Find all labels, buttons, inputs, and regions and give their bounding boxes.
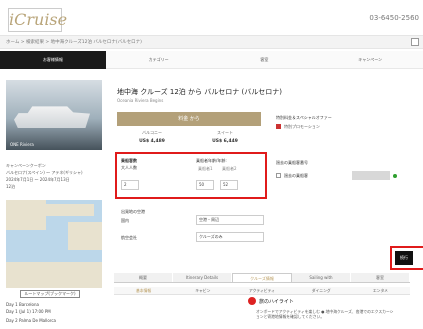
coupon-info: キャンペーンクーポン: [6, 163, 46, 168]
depart-airport-select[interactable]: 空港・周辺: [196, 215, 264, 225]
adults-select[interactable]: 2: [121, 180, 139, 190]
age-input-2[interactable]: 52: [220, 180, 238, 190]
offer-label: 特別プロモーション: [284, 124, 320, 129]
price-header: 料金 から: [117, 112, 261, 126]
price-col-label: スイート: [217, 130, 233, 135]
guests-label: 乗船客数: [121, 158, 137, 163]
valid-indicator-icon: [393, 174, 397, 178]
past-guest-check-label: 過去の乗船客: [284, 173, 308, 178]
past-guest-label: 過去の乗船客番号: [276, 160, 308, 165]
ages-label: 乗船者年齢/年齢:: [196, 158, 227, 163]
offer-heading: 特別料金＆スペシャルオファー: [276, 115, 332, 120]
depart-country: 国内: [121, 218, 129, 223]
subtab-entertainment[interactable]: エンタメ: [351, 287, 410, 294]
cruise-title: 地中海 クルーズ 12泊 から バルセロナ (バルセロナ): [117, 88, 282, 96]
airline-label: 航空会社: [121, 235, 137, 240]
subtab-cabin[interactable]: キャビン: [173, 287, 232, 294]
price-col-label: バルコニー: [142, 130, 162, 135]
map-land: [34, 204, 94, 216]
subtab-dining[interactable]: ダイニング: [292, 287, 351, 294]
map-land: [6, 262, 102, 288]
subtab-activity[interactable]: アクティビティ: [232, 287, 291, 294]
tab-cabins[interactable]: 客室: [351, 273, 410, 282]
print-icon[interactable]: [411, 38, 419, 46]
tab-itinerary[interactable]: Itinerary Details: [173, 273, 232, 282]
price-value: US$ 6,449: [212, 139, 238, 144]
highlight-text: オンボードでアクティビティを楽しむ ● 地中海クルーズ、各港でのエクスカーション…: [256, 309, 394, 319]
continue-button[interactable]: 続行: [395, 251, 413, 265]
phone-number: 03-6450-2560: [369, 14, 419, 22]
step-guest-info[interactable]: お客様情報: [0, 51, 106, 69]
breadcrumb[interactable]: ホーム > 検索結果 > 地中海クルーズ12泊 バルセロナ(バルセロナ): [6, 39, 142, 45]
date-info: 2024年7月1日 ～ 2024年7月13日: [6, 177, 70, 182]
age-input-1[interactable]: 50: [196, 180, 214, 190]
price-value: US$ 4,489: [139, 139, 165, 144]
route-info: バルセロナ(スペイン) ～ アテネ(ギリシャ): [6, 170, 83, 175]
route-map[interactable]: [6, 200, 102, 288]
past-guest-checkbox[interactable]: [276, 173, 281, 178]
guest-highlight-box: [115, 152, 267, 199]
tab-cruise-info[interactable]: クルーズ情報: [232, 273, 292, 282]
depart-airport-label: 出発地の空港: [121, 209, 145, 214]
past-guest-number-input[interactable]: [352, 171, 390, 180]
day-item: Day 1 (Jul 1) 17:00 PM: [6, 309, 51, 314]
age-sub-label: 乗船者1: [198, 166, 213, 171]
detail-tabs: 概要 Itinerary Details クルーズ情報 Sailing with…: [114, 273, 410, 283]
brand-logo[interactable]: iCruise: [8, 8, 67, 32]
age-sub-label: 乗船者2: [222, 166, 237, 171]
highlight-title: 旅のハイライト: [259, 299, 294, 305]
tab-sailing-with[interactable]: Sailing with: [292, 273, 351, 282]
airline-select[interactable]: クルーズのみ: [196, 232, 264, 242]
adults-label: 大人人数: [121, 165, 137, 170]
tab-overview[interactable]: 概要: [114, 273, 173, 282]
map-land: [68, 222, 102, 250]
cruise-subtitle: Oceania Riviera Begins: [117, 98, 164, 103]
subtab-basic[interactable]: 基本情報: [114, 287, 173, 294]
step-category[interactable]: カテゴリー: [106, 51, 212, 69]
offer-checkbox[interactable]: [276, 124, 281, 129]
highlight-icon: [248, 297, 256, 305]
ship-name: ONE Riviera: [10, 142, 34, 147]
step-cabin[interactable]: 客室: [212, 51, 318, 69]
step-campaign[interactable]: キャンペーン: [317, 51, 423, 69]
day-item[interactable]: Day 1 Barcelona: [6, 302, 39, 307]
progress-steps: お客様情報 カテゴリー 客室 キャンペーン: [0, 51, 423, 69]
day-item[interactable]: Day 2 Palma De Mallorca: [6, 318, 56, 323]
route-map-button[interactable]: ルートマップ(ブックマーク): [20, 290, 80, 298]
nights-info: 12泊: [6, 184, 16, 189]
detail-subtabs: 基本情報 キャビン アクティビティ ダイニング エンタメ: [114, 287, 410, 295]
